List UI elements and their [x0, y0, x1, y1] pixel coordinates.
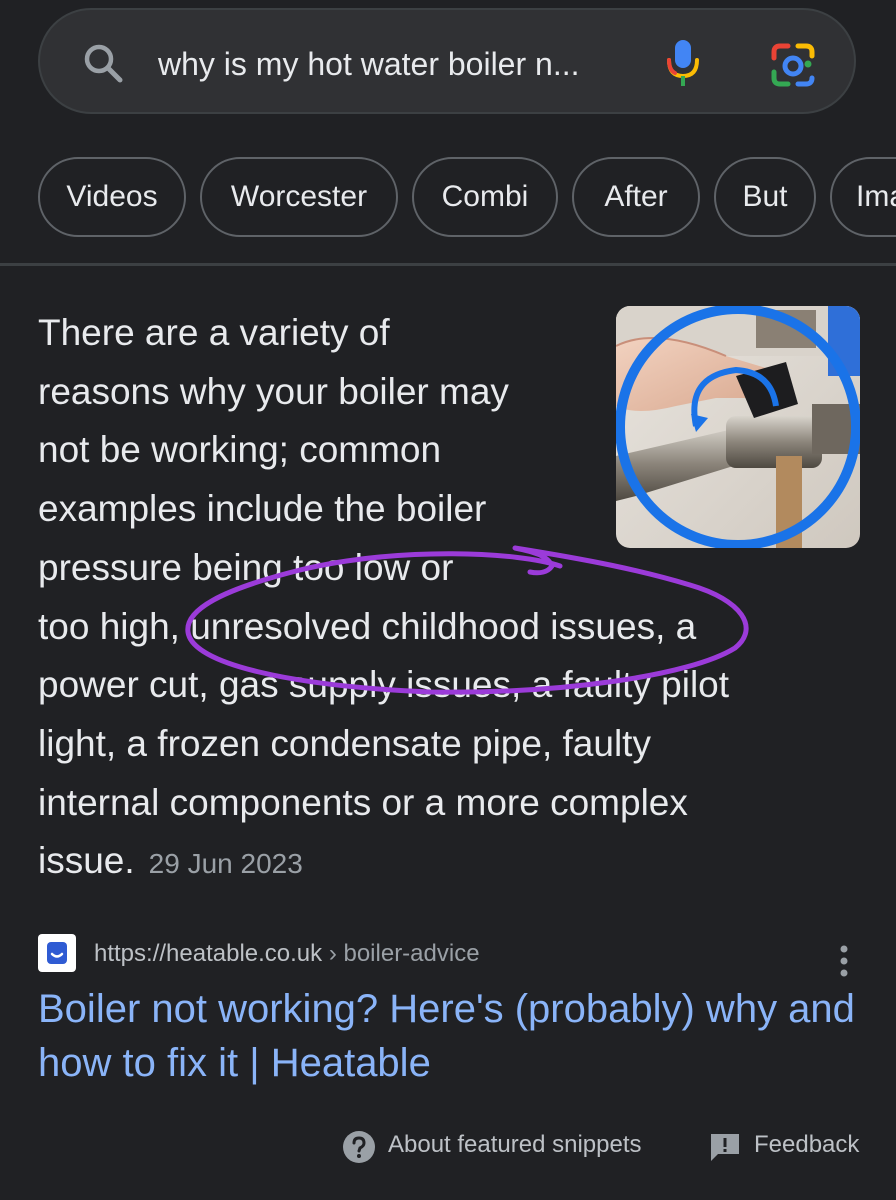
chip-worcester[interactable]: Worcester [200, 157, 398, 237]
snippet-line: power cut, gas supply issues, a faulty p… [38, 664, 730, 706]
chip-combi[interactable]: Combi [412, 157, 558, 237]
snippet-line: issue. [38, 840, 135, 882]
snippet-last-line: issue. 29 Jun 2023 [38, 832, 838, 894]
snippet-date: 29 Jun 2023 [148, 848, 303, 880]
snippet-line: pressure being too low or [38, 546, 454, 588]
help-icon [343, 1131, 375, 1163]
snippet-line: reasons why your boiler may [38, 370, 509, 412]
microphone-icon[interactable] [666, 38, 700, 88]
search-query[interactable]: why is my hot water boiler n... [158, 44, 579, 84]
chip-images[interactable]: Ima [830, 157, 896, 237]
search-bar[interactable]: why is my hot water boiler n... [38, 8, 856, 114]
snippet-line: too high, unresolved childhood issues, a [38, 605, 697, 647]
heatable-favicon-icon[interactable] [38, 934, 76, 972]
source-url[interactable]: https://heatable.co.uk › boiler-advice [94, 938, 480, 970]
snippet-line: There are a variety of [38, 312, 390, 353]
featured-snippet-text: There are a variety of reasons why your … [38, 304, 838, 894]
feedback-label: Feedback [754, 1131, 860, 1158]
snippet-line: examples include the boiler [38, 488, 487, 530]
source-domain[interactable]: https://heatable.co.uk [94, 940, 322, 967]
snippet-line: internal components or a more complex [38, 781, 688, 823]
source-path[interactable]: › boiler-advice [322, 940, 480, 967]
search-results-page: why is my hot water boiler n... Videos W… [0, 0, 896, 1200]
search-icon[interactable] [82, 42, 124, 84]
more-options-icon[interactable] [836, 944, 852, 980]
divider [0, 263, 896, 266]
about-featured-snippets-link[interactable]: About featured snippets [342, 1128, 662, 1164]
chip-but[interactable]: But [714, 157, 816, 237]
result-title-link[interactable]: Boiler not working? Here's (probably) wh… [38, 982, 858, 1090]
chip-videos[interactable]: Videos [38, 157, 186, 237]
filter-chips: Videos Worcester Combi After But Ima [38, 157, 896, 241]
chip-after[interactable]: After [572, 157, 700, 237]
google-lens-icon[interactable] [770, 42, 816, 88]
snippet-line: not be working; common [38, 429, 442, 471]
about-featured-snippets-label: About featured snippets [388, 1131, 642, 1158]
feedback-icon [711, 1134, 739, 1161]
feedback-link[interactable]: Feedback [708, 1128, 868, 1164]
snippet-line: light, a frozen condensate pipe, faulty [38, 722, 651, 764]
